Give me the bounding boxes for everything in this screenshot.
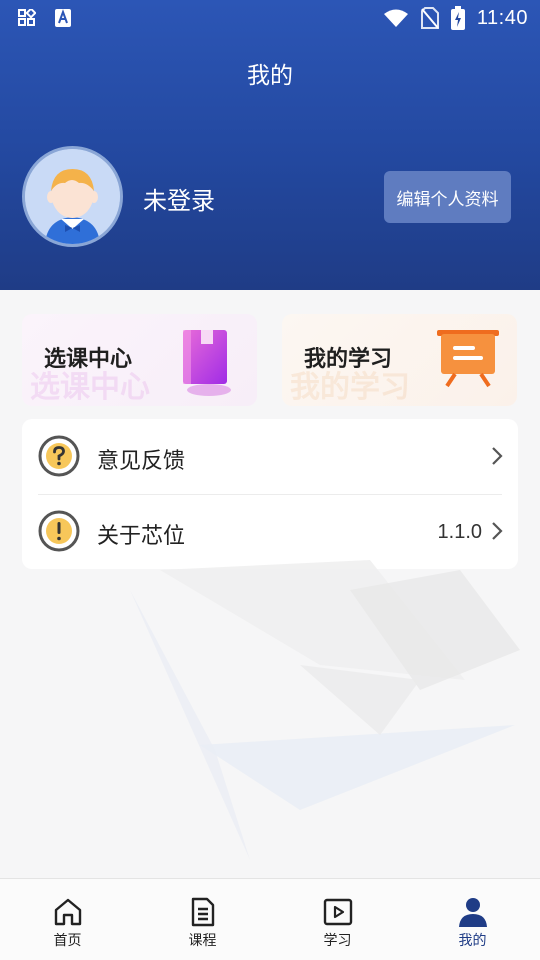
avatar[interactable] [22, 146, 123, 247]
page-title: 我的 [247, 63, 293, 89]
no-sim-icon [420, 7, 439, 29]
a-app-icon [55, 9, 71, 27]
card-label: 我的学习 [304, 347, 393, 372]
status-bar: 11:40 [0, 0, 540, 36]
chevron-right-icon [492, 522, 503, 540]
tab-label: 课程 [188, 933, 217, 949]
app-version: 1.1.0 [437, 521, 482, 543]
wifi-icon [383, 9, 408, 27]
avatar-boy-icon [25, 149, 120, 244]
grid-icon [18, 9, 36, 26]
edit-profile-button[interactable]: 编辑个人资料 [384, 171, 511, 223]
battery-charging-icon [450, 6, 465, 30]
tab-label: 首页 [53, 933, 82, 949]
book-icon [183, 330, 231, 396]
profile-header: 11:40 我的 未登录 编辑个人资料 [0, 0, 540, 290]
username[interactable]: 未登录 [143, 181, 215, 216]
menu-item-label: 意见反馈 [97, 449, 186, 474]
tab-study[interactable]: 学习 [270, 879, 405, 960]
home-icon [54, 898, 82, 926]
logo-watermark [130, 560, 520, 860]
presentation-board-icon [437, 330, 499, 388]
settings-menu: 意见反馈 关于芯位 1.1.0 [22, 419, 518, 569]
play-icon [323, 898, 353, 926]
tab-mine[interactable]: 我的 [405, 879, 540, 960]
my-study-card[interactable]: 我的学习 我的学习 [282, 314, 517, 406]
chevron-right-icon [492, 447, 503, 465]
tab-courses[interactable]: 课程 [135, 879, 270, 960]
exclamation-circle-icon [38, 510, 80, 552]
course-center-card[interactable]: 选课中心 选课中心 [22, 314, 257, 406]
document-icon [191, 897, 215, 927]
bottom-tab-bar: 首页 课程 学习 我的 [0, 878, 540, 960]
tab-label: 学习 [323, 933, 352, 949]
user-icon [459, 898, 487, 927]
tab-label: 我的 [458, 933, 487, 949]
card-label: 选课中心 [44, 347, 133, 372]
menu-item-feedback[interactable]: 意见反馈 [22, 419, 518, 494]
menu-item-about[interactable]: 关于芯位 1.1.0 [22, 494, 518, 569]
tab-home[interactable]: 首页 [0, 879, 135, 960]
clock-time: 11:40 [476, 6, 528, 29]
question-circle-icon [38, 435, 80, 477]
menu-item-label: 关于芯位 [97, 524, 186, 549]
